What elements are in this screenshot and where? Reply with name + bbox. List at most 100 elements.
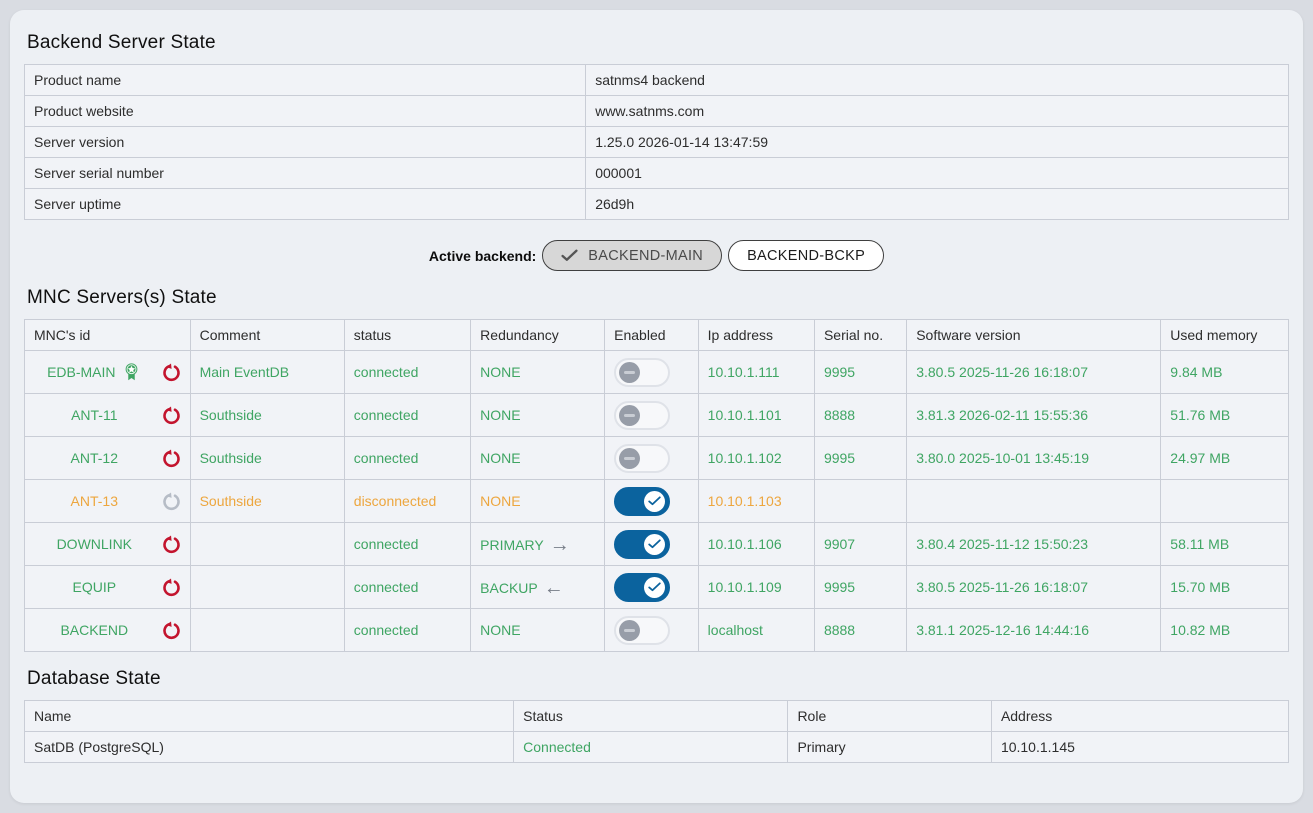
mnc-enabled-cell bbox=[605, 480, 699, 523]
restart-icon bbox=[160, 447, 183, 470]
mnc-memory-cell: 10.82 MB bbox=[1161, 609, 1289, 652]
restart-icon bbox=[160, 619, 183, 642]
enabled-toggle[interactable] bbox=[614, 401, 670, 430]
restart-button[interactable] bbox=[160, 575, 184, 599]
mnc-id-label-wrap: ANT-12 bbox=[33, 450, 156, 466]
restart-icon bbox=[160, 576, 183, 599]
mnc-redundancy-cell: PRIMARY→ bbox=[471, 523, 605, 566]
mnc-id-label: BACKEND bbox=[60, 622, 128, 638]
mnc-server-row: ANT-12SouthsideconnectedNONE10.10.1.1029… bbox=[25, 437, 1289, 480]
mnc-software-cell: 3.80.5 2025-11-26 16:18:07 bbox=[907, 566, 1161, 609]
mnc-enabled-cell bbox=[605, 566, 699, 609]
mnc-comment-cell bbox=[190, 609, 344, 652]
mnc-column-header: Ip address bbox=[698, 320, 814, 351]
toggle-minus-icon bbox=[624, 629, 635, 632]
mnc-status-cell: connected bbox=[344, 351, 470, 394]
backend-state-value: www.satnms.com bbox=[586, 96, 1289, 127]
backend-state-value: 000001 bbox=[586, 158, 1289, 189]
mnc-redundancy-cell: NONE bbox=[471, 351, 605, 394]
database-column-header: Name bbox=[25, 701, 514, 732]
mnc-enabled-cell bbox=[605, 351, 699, 394]
enabled-toggle[interactable] bbox=[614, 530, 670, 559]
mnc-status-cell: connected bbox=[344, 566, 470, 609]
mnc-redundancy-cell: BACKUP← bbox=[471, 566, 605, 609]
mnc-redundancy-cell: NONE bbox=[471, 609, 605, 652]
backend-state-row: Server version1.25.0 2026-01-14 13:47:59 bbox=[25, 127, 1289, 158]
mnc-column-header: Serial no. bbox=[814, 320, 906, 351]
mnc-enabled-cell bbox=[605, 609, 699, 652]
toggle-knob bbox=[619, 362, 640, 383]
mnc-column-header: Enabled bbox=[605, 320, 699, 351]
enabled-toggle[interactable] bbox=[614, 487, 670, 516]
restart-button[interactable] bbox=[160, 403, 184, 427]
mnc-column-header: Used memory bbox=[1161, 320, 1289, 351]
mnc-column-header: Comment bbox=[190, 320, 344, 351]
mnc-comment-cell bbox=[190, 523, 344, 566]
restart-button[interactable] bbox=[160, 360, 184, 384]
toggle-knob bbox=[644, 534, 665, 555]
mnc-id-label-wrap: ANT-13 bbox=[33, 493, 156, 509]
backend-select-button[interactable]: BACKEND-MAIN bbox=[542, 240, 722, 271]
backend-state-row: Product namesatnms4 backend bbox=[25, 65, 1289, 96]
mnc-id-wrap: EQUIP bbox=[25, 566, 190, 608]
mnc-software-cell: 3.81.3 2026-02-11 15:55:36 bbox=[907, 394, 1161, 437]
restart-button bbox=[160, 489, 184, 513]
restart-button[interactable] bbox=[160, 618, 184, 642]
database-name-cell: SatDB (PostgreSQL) bbox=[25, 732, 514, 763]
mnc-ip-cell: 10.10.1.103 bbox=[698, 480, 814, 523]
mnc-memory-cell: 58.11 MB bbox=[1161, 523, 1289, 566]
backend-button-label: BACKEND-BCKP bbox=[747, 248, 865, 264]
enabled-toggle[interactable] bbox=[614, 616, 670, 645]
mnc-id-label: EDB-MAIN bbox=[47, 364, 115, 380]
enabled-toggle[interactable] bbox=[614, 444, 670, 473]
section-title-backend: Backend Server State bbox=[27, 32, 1289, 54]
active-backend-label: Active backend: bbox=[429, 248, 536, 264]
mnc-id-cell: ANT-12 bbox=[25, 437, 191, 480]
toggle-minus-icon bbox=[624, 457, 635, 460]
restart-icon bbox=[160, 404, 183, 427]
check-icon bbox=[648, 539, 661, 549]
backend-select-button[interactable]: BACKEND-BCKP bbox=[728, 240, 884, 271]
mnc-serial-cell: 9907 bbox=[814, 523, 906, 566]
mnc-id-label-wrap: ANT-11 bbox=[33, 407, 156, 423]
toggle-knob bbox=[619, 620, 640, 641]
restart-icon bbox=[160, 533, 183, 556]
backend-state-label: Server serial number bbox=[25, 158, 586, 189]
mnc-ip-cell: 10.10.1.102 bbox=[698, 437, 814, 480]
mnc-memory-cell bbox=[1161, 480, 1289, 523]
backend-state-row: Server uptime26d9h bbox=[25, 189, 1289, 220]
backend-state-label: Server version bbox=[25, 127, 586, 158]
database-role-cell: Primary bbox=[788, 732, 992, 763]
active-backend-row: Active backend: BACKEND-MAIN BACKEND-BCKP bbox=[24, 240, 1289, 271]
mnc-comment-cell bbox=[190, 566, 344, 609]
mnc-status-cell: connected bbox=[344, 609, 470, 652]
check-icon bbox=[648, 582, 661, 592]
mnc-memory-cell: 24.97 MB bbox=[1161, 437, 1289, 480]
toggle-minus-icon bbox=[624, 414, 635, 417]
enabled-toggle[interactable] bbox=[614, 573, 670, 602]
mnc-memory-cell: 9.84 MB bbox=[1161, 351, 1289, 394]
mnc-serial-cell: 9995 bbox=[814, 351, 906, 394]
mnc-software-cell: 3.80.5 2025-11-26 16:18:07 bbox=[907, 351, 1161, 394]
database-row: SatDB (PostgreSQL)ConnectedPrimary10.10.… bbox=[25, 732, 1289, 763]
mnc-server-row: EQUIPconnectedBACKUP←10.10.1.10999953.80… bbox=[25, 566, 1289, 609]
backend-state-value: satnms4 backend bbox=[586, 65, 1289, 96]
restart-icon bbox=[160, 361, 183, 384]
mnc-column-header: MNC's id bbox=[25, 320, 191, 351]
mnc-id-label-wrap: BACKEND bbox=[33, 622, 156, 638]
main-panel: Backend Server State Product namesatnms4… bbox=[10, 10, 1303, 803]
mnc-id-label-wrap: DOWNLINK bbox=[33, 536, 156, 552]
enabled-toggle[interactable] bbox=[614, 358, 670, 387]
mnc-id-label-wrap: EDB-MAIN bbox=[33, 361, 156, 383]
mnc-software-cell: 3.80.0 2025-10-01 13:45:19 bbox=[907, 437, 1161, 480]
restart-button[interactable] bbox=[160, 532, 184, 556]
mnc-software-cell: 3.80.4 2025-11-12 15:50:23 bbox=[907, 523, 1161, 566]
mnc-id-wrap: EDB-MAIN bbox=[25, 351, 190, 393]
mnc-server-row: EDB-MAINMain EventDBconnectedNONE10.10.1… bbox=[25, 351, 1289, 394]
restart-button[interactable] bbox=[160, 446, 184, 470]
mnc-server-row: BACKENDconnectedNONElocalhost88883.81.1 … bbox=[25, 609, 1289, 652]
mnc-status-cell: disconnected bbox=[344, 480, 470, 523]
backend-state-value: 1.25.0 2026-01-14 13:47:59 bbox=[586, 127, 1289, 158]
mnc-id-wrap: DOWNLINK bbox=[25, 523, 190, 565]
mnc-status-cell: connected bbox=[344, 394, 470, 437]
